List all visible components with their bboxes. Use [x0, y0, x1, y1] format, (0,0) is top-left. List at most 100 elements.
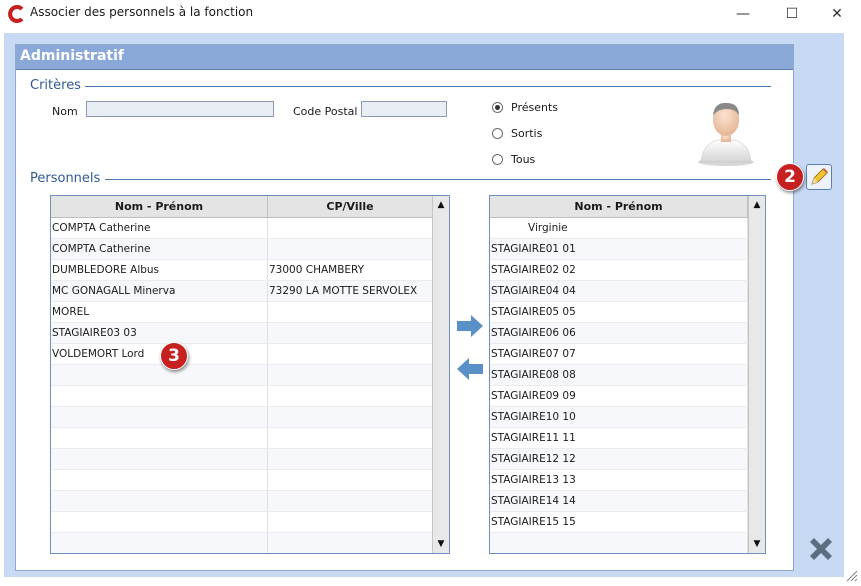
table-row[interactable]: STAGIAIRE11 11 — [490, 428, 765, 449]
table-row[interactable]: STAGIAIRE10 10 — [490, 407, 765, 428]
assigned-personnel-grid[interactable]: Nom - Prénom Virginie STAGIAIRE01 01 STAGI… — [489, 195, 766, 554]
cell-nom-prenom: STAGIAIRE15 15 — [490, 512, 748, 532]
cell-nom-prenom — [51, 512, 268, 532]
grid-header: Nom - Prénom CP/Ville — [51, 196, 449, 218]
close-button[interactable]: ✕ — [814, 0, 860, 27]
cell-cp-ville: 73290 LA MOTTE SERVOLEX — [268, 281, 433, 301]
cell-nom-prenom — [51, 470, 268, 490]
cell-nom-prenom: STAGIAIRE12 12 — [490, 449, 748, 469]
delete-x-icon[interactable] — [806, 534, 836, 564]
cell-cp-ville — [268, 449, 433, 469]
available-personnel-grid[interactable]: Nom - Prénom CP/Ville COMPTA Catherine CO… — [50, 195, 450, 554]
table-row[interactable]: COMPTA Catherine — [51, 239, 449, 260]
cell-cp-ville — [268, 386, 433, 406]
cell-cp-ville — [268, 512, 433, 532]
user-avatar-icon — [698, 102, 754, 166]
table-row[interactable]: STAGIAIRE05 05 — [490, 302, 765, 323]
table-row[interactable]: STAGIAIRE09 09 — [490, 386, 765, 407]
table-row[interactable] — [51, 533, 449, 553]
table-row[interactable] — [51, 491, 449, 512]
table-row[interactable]: STAGIAIRE08 08 — [490, 365, 765, 386]
table-row[interactable]: STAGIAIRE15 15 — [490, 512, 765, 533]
arrow-left-icon[interactable] — [455, 356, 485, 382]
scroll-down-icon[interactable]: ▼ — [433, 536, 449, 552]
radio-presents-button[interactable] — [492, 102, 503, 113]
vertical-scrollbar[interactable]: ▲ ▼ — [748, 196, 765, 553]
cell-nom-prenom: STAGIAIRE08 08 — [490, 365, 748, 385]
radio-presents[interactable]: Présents — [492, 101, 558, 114]
table-row[interactable]: COMPTA Catherine — [51, 218, 449, 239]
cell-cp-ville — [268, 533, 433, 553]
radio-tous-label: Tous — [511, 153, 536, 166]
table-row[interactable] — [490, 533, 765, 553]
radio-tous[interactable]: Tous — [492, 153, 535, 166]
personnels-divider — [105, 179, 771, 180]
cell-nom-prenom: STAGIAIRE09 09 — [490, 386, 748, 406]
cell-nom-prenom: STAGIAIRE01 01 — [490, 239, 748, 259]
arrow-right-icon[interactable] — [455, 313, 485, 339]
title-bar: Associer des personnels à la fonction — … — [0, 0, 861, 27]
table-row[interactable] — [51, 512, 449, 533]
vertical-scrollbar[interactable]: ▲ ▼ — [432, 196, 449, 553]
table-row[interactable] — [51, 449, 449, 470]
table-row[interactable]: STAGIAIRE13 13 — [490, 470, 765, 491]
table-row[interactable]: VOLDEMORT Lord — [51, 344, 449, 365]
column-header-nom-prenom[interactable]: Nom - Prénom — [490, 196, 748, 217]
code-postal-input[interactable] — [361, 101, 447, 117]
cell-nom-prenom: STAGIAIRE11 11 — [490, 428, 748, 448]
radio-sortis-button[interactable] — [492, 128, 503, 139]
column-header-nom-prenom[interactable]: Nom - Prénom — [51, 196, 268, 217]
scroll-up-icon[interactable]: ▲ — [749, 197, 765, 213]
scroll-up-icon[interactable]: ▲ — [433, 197, 449, 213]
nom-input[interactable] — [86, 101, 274, 117]
table-row[interactable]: STAGIAIRE12 12 — [490, 449, 765, 470]
cell-cp-ville: 73000 CHAMBERY — [268, 260, 433, 280]
cell-nom-prenom — [51, 365, 268, 385]
cell-cp-ville — [268, 302, 433, 322]
callout-badge-3: 3 — [160, 342, 188, 370]
table-row[interactable]: MOREL — [51, 302, 449, 323]
table-row[interactable]: STAGIAIRE04 04 — [490, 281, 765, 302]
criteria-divider — [85, 86, 771, 87]
cell-nom-prenom: MC GONAGALL Minerva — [51, 281, 268, 301]
cell-nom-prenom: STAGIAIRE14 14 — [490, 491, 748, 511]
callout-badge-2: 2 — [776, 163, 804, 191]
table-row[interactable]: STAGIAIRE02 02 — [490, 260, 765, 281]
cell-nom-prenom: DUMBLEDORE Albus — [51, 260, 268, 280]
table-row[interactable]: STAGIAIRE14 14 — [490, 491, 765, 512]
cell-cp-ville — [268, 470, 433, 490]
table-row[interactable]: STAGIAIRE07 07 — [490, 344, 765, 365]
radio-sortis[interactable]: Sortis — [492, 127, 542, 140]
table-row[interactable] — [51, 386, 449, 407]
cell-cp-ville — [268, 344, 433, 364]
table-row[interactable]: Virginie — [490, 218, 765, 239]
table-row[interactable]: STAGIAIRE01 01 — [490, 239, 765, 260]
table-row[interactable] — [51, 365, 449, 386]
maximize-button[interactable]: ☐ — [769, 0, 815, 27]
scroll-down-icon[interactable]: ▼ — [749, 536, 765, 552]
table-row[interactable]: DUMBLEDORE Albus 73000 CHAMBERY — [51, 260, 449, 281]
column-header-cp-ville[interactable]: CP/Ville — [268, 196, 433, 217]
cell-nom-prenom — [51, 386, 268, 406]
cell-nom-prenom: Virginie — [490, 218, 748, 238]
table-row[interactable] — [51, 470, 449, 491]
table-row[interactable]: STAGIAIRE03 03 — [51, 323, 449, 344]
minimize-button[interactable]: — — [720, 0, 766, 27]
cell-cp-ville — [268, 407, 433, 427]
resize-grip-icon[interactable] — [846, 570, 858, 582]
cell-nom-prenom: STAGIAIRE02 02 — [490, 260, 748, 280]
cell-cp-ville — [268, 218, 433, 238]
cell-cp-ville — [268, 491, 433, 511]
radio-tous-button[interactable] — [492, 154, 503, 165]
table-row[interactable] — [51, 407, 449, 428]
cell-nom-prenom — [51, 533, 268, 553]
app-logo-icon — [8, 5, 24, 23]
cell-nom-prenom: STAGIAIRE06 06 — [490, 323, 748, 343]
edit-button[interactable] — [806, 164, 832, 190]
criteria-section-label: Critères — [30, 78, 81, 93]
code-postal-label: Code Postal — [293, 105, 358, 118]
table-row[interactable]: STAGIAIRE06 06 — [490, 323, 765, 344]
table-row[interactable] — [51, 428, 449, 449]
table-row[interactable]: MC GONAGALL Minerva 73290 LA MOTTE SERVOL… — [51, 281, 449, 302]
cell-nom-prenom: STAGIAIRE05 05 — [490, 302, 748, 322]
